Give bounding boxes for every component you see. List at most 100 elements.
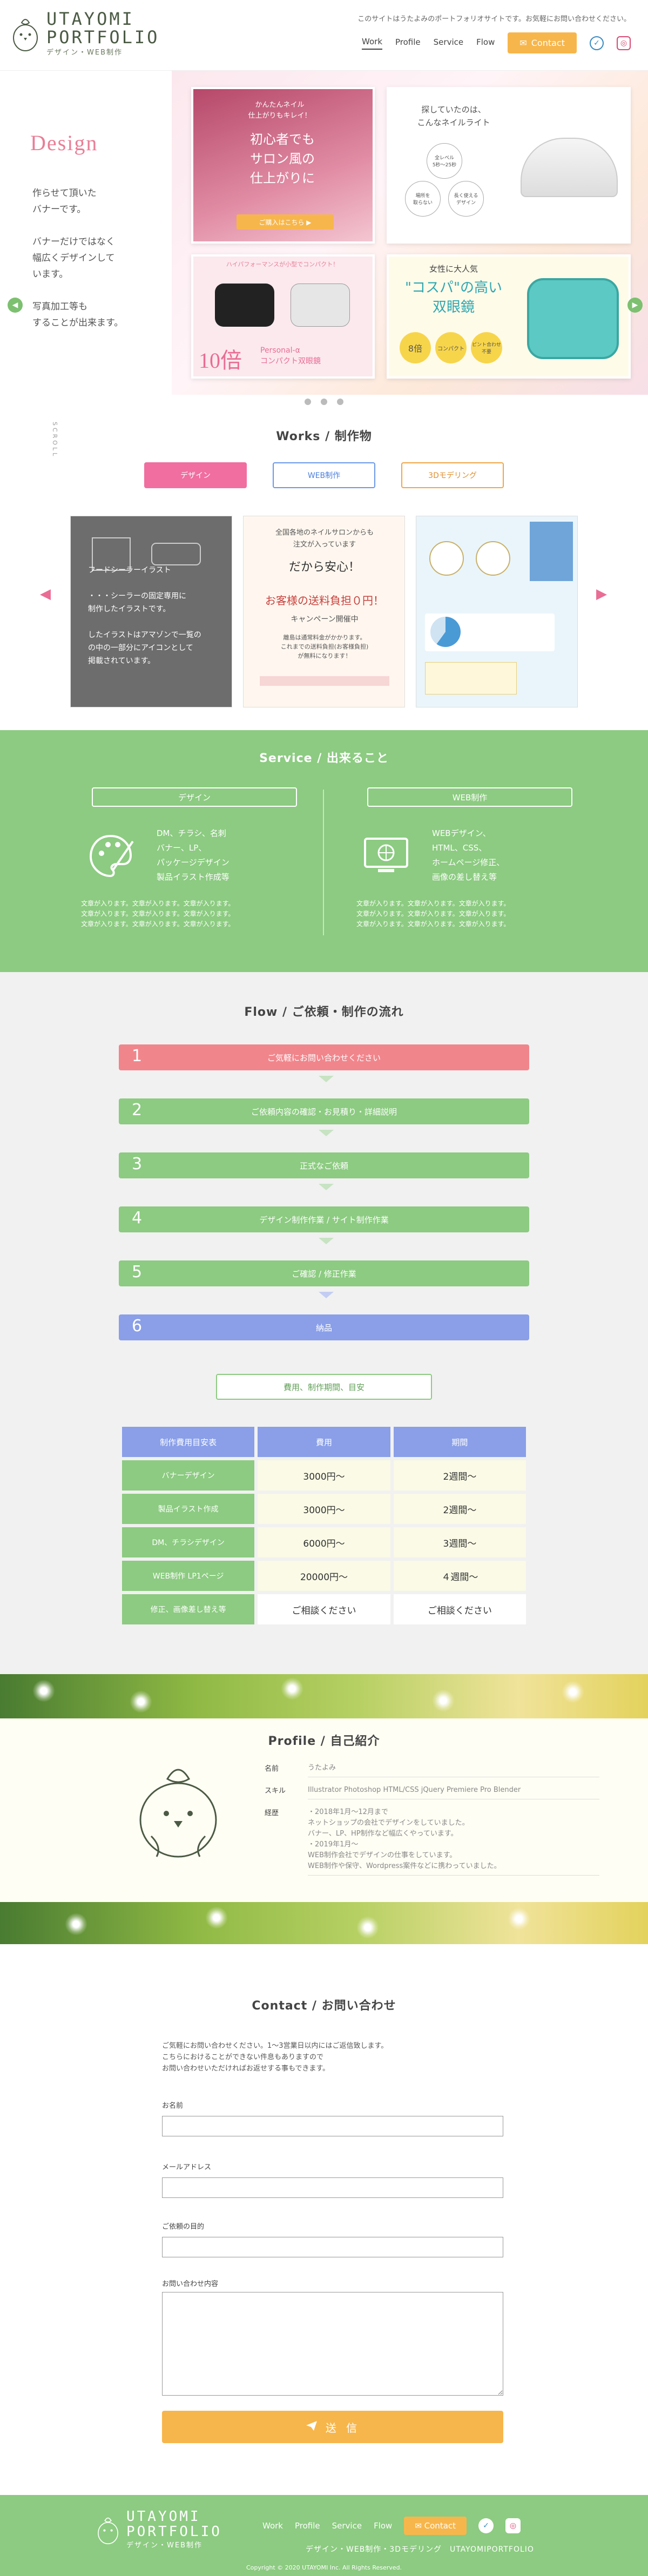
service-web-desc: 文章が入ります。文章が入ります。文章が入ります。 文章が入ります。文章が入ります… [356, 900, 510, 928]
table-row: バナーデザイン 3000円〜 2週間〜 [122, 1460, 526, 1491]
site-logo[interactable]: UTAYOMI PORTFOLIO デザイン・WEB制作 [10, 10, 159, 57]
flow-arrow [319, 1238, 334, 1244]
footer-contact-button[interactable]: ✉ Contact [404, 2517, 467, 2535]
name-label: お名前 [162, 2102, 184, 2110]
footer-logo[interactable]: UTAYOMI PORTFOLIO デザイン・WEB制作 [95, 2509, 222, 2550]
email-field[interactable] [162, 2177, 503, 2198]
header-note: このサイトはうたよみのポートフォリオサイトです。お気軽にお問い合わせください。 [357, 15, 631, 23]
step-label: ご確認 / 修正作業 [292, 1269, 356, 1279]
flow-step: 6 納品 [119, 1314, 529, 1340]
footer-nav-profile[interactable]: Profile [295, 2521, 320, 2531]
submit-button[interactable]: 送 信 [162, 2411, 503, 2443]
name-field[interactable] [162, 2116, 503, 2136]
fee-period: 3週間〜 [393, 1527, 526, 1557]
fee-period: ご相談ください [393, 1594, 526, 1624]
works-carousel: フードシーラーイラスト ・・・シーラーの固定専用に 制作したイラストです。 した… [70, 516, 578, 707]
slider-next-button[interactable]: ▶ [627, 298, 643, 313]
slider-dot[interactable] [337, 399, 343, 405]
flower-decoration [130, 1690, 152, 1713]
tab-web[interactable]: WEB制作 [273, 462, 375, 488]
hero-banner-collage: かんたんネイル 仕上がりもキレイ！ 初心者でも サロン風の 仕上がりに ご購入は… [172, 71, 648, 395]
footer-logo-title-line1: UTAYOMI [126, 2508, 201, 2525]
nav-service[interactable]: Service [434, 37, 463, 49]
table-row: DM、チラシデザイン 6000円〜 3週間〜 [122, 1527, 526, 1557]
work-card-illustration[interactable]: フードシーラーイラスト ・・・シーラーの固定専用に 制作したイラストです。 した… [70, 516, 232, 707]
profile-table: 名前 うたよみ スキル Illustrator Photoshop HTML/C… [265, 1763, 599, 1883]
footer-nav-flow[interactable]: Flow [374, 2521, 392, 2531]
banner-nail-light: 探していたのは、 こんなネイルライト 全レベル 5秒〜25秒 場所を 取らない … [387, 87, 631, 244]
banner-binoculars-compact: ハイパフォーマンスが小型でコンパクト！ 10倍 Personal-α コンパクト… [191, 254, 375, 379]
footer-logo-subtitle: デザイン・WEB制作 [126, 2541, 202, 2550]
banner2-circle2: 場所を 取らない [405, 181, 441, 217]
banner4-main: "コスパ"の高い 双眼鏡 [405, 280, 502, 315]
card2-footer-bar [260, 676, 389, 686]
works-next-arrow[interactable]: ▶ [596, 586, 607, 602]
card3-circle [476, 541, 510, 576]
nav-profile[interactable]: Profile [395, 37, 421, 49]
slider-prev-button[interactable]: ◀ [8, 298, 23, 313]
flow-steps: 1 ご気軽にお問い合わせください 2 ご依頼内容の確認・お見積り・詳細説明 3 正式な… [119, 1044, 529, 1368]
logo-subtitle: デザイン・WEB制作 [46, 49, 123, 57]
footer-links: デザイン・WEB制作・3Dモデリング UTAYOMIPORTFOLIO [306, 2545, 534, 2554]
site-footer: UTAYOMI PORTFOLIO デザイン・WEB制作 Work Profil… [0, 2495, 648, 2576]
slider-dot[interactable] [321, 399, 327, 405]
works-prev-arrow[interactable]: ◀ [40, 586, 51, 602]
purpose-field[interactable] [162, 2237, 503, 2257]
work-card-campaign-banner[interactable]: 全国各地のネイルサロンからも 注文が入っています だから安心！ お客様の送料負担… [243, 516, 405, 707]
slider-dot[interactable] [305, 399, 311, 405]
contact-section: Contact / お問い合わせ ご気軽にお問い合わせください。1〜3営業日以内… [0, 1944, 648, 2495]
nav-work[interactable]: Work [362, 37, 383, 50]
instagram-icon[interactable]: ◎ [505, 2518, 521, 2533]
footer-copyright: Copyright © 2020 UTAYOMI Inc. All Rights… [246, 2564, 402, 2571]
banner4-badge2: コンパクト [435, 332, 467, 363]
works-section: Works / 制作物 デザイン WEB制作 3Dモデリング ◀ ▶ フードシー… [0, 427, 648, 707]
profile-row: スキル Illustrator Photoshop HTML/CSS jQuer… [265, 1785, 599, 1799]
footer-nav: Work Profile Service Flow ✉ Contact ✓ ◎ [262, 2517, 521, 2535]
twitter-icon[interactable]: ✓ [478, 2518, 494, 2533]
service-web-head: WEB制作 [367, 787, 572, 807]
hero-heading: Design [30, 131, 98, 155]
flower-decoration [32, 1680, 55, 1702]
banner4-badge1: 8倍 [400, 332, 431, 363]
banner1-top: かんたんネイル 仕上がりもキレイ！ [248, 101, 312, 120]
palette-icon [81, 826, 140, 886]
instagram-icon[interactable]: ◎ [617, 36, 631, 50]
fee-col-item: 制作費用目安表 [122, 1427, 255, 1457]
footer-logo-title-line2: PORTFOLIO [126, 2524, 222, 2540]
service-web-item: 画像の差し替え等 [432, 872, 497, 882]
fee-label: 費用、制作期間、目安 [216, 1374, 432, 1400]
banner1-main: 初心者でも サロン風の 仕上がりに [250, 133, 315, 186]
card3-info-box [425, 662, 517, 694]
message-textarea[interactable] [162, 2292, 503, 2396]
work-card-lp-design[interactable] [416, 516, 578, 707]
header-contact-label: Contact [531, 38, 565, 48]
mail-icon: ✉ [415, 2521, 424, 2531]
fee-table: 制作費用目安表 費用 期間 バナーデザイン 3000円〜 2週間〜 製品イラスト… [119, 1424, 529, 1628]
tab-design[interactable]: デザイン [144, 462, 247, 488]
step-number: 3 [132, 1155, 143, 1174]
nav-flow[interactable]: Flow [476, 37, 495, 49]
step-number: 5 [132, 1263, 143, 1282]
service-title: Service / 出来ること [259, 752, 389, 765]
tab-3d-modeling[interactable]: 3Dモデリング [401, 462, 504, 488]
profile-key: 名前 [265, 1765, 279, 1773]
fee-period: 2週間〜 [393, 1494, 526, 1524]
header-contact-button[interactable]: ✉ Contact [508, 32, 577, 53]
profile-row: 経歴 ・2018年1月〜12月まで ネットショップの会社でデザインをしていました… [265, 1807, 599, 1876]
service-design-item: 製品イラスト作成等 [157, 872, 230, 882]
footer-nav-work[interactable]: Work [262, 2521, 283, 2531]
binoculars-teal-image [527, 278, 619, 359]
flow-step: 3 正式なご依頼 [119, 1152, 529, 1178]
flow-step: 4 デザイン制作作業 / サイト制作作業 [119, 1206, 529, 1232]
banner3-top: ハイパフォーマンスが小型でコンパクト！ [226, 261, 339, 268]
card3-circle [429, 541, 464, 576]
twitter-icon[interactable]: ✓ [590, 36, 604, 50]
profile-value: ・2018年1月〜12月まで ネットショップの会社でデザインをしていました。 バ… [308, 1807, 599, 1876]
service-design-item: バナー、LP、 [157, 843, 207, 853]
step-label: ご依頼内容の確認・お見積り・詳細説明 [251, 1107, 397, 1117]
footer-nav-service[interactable]: Service [332, 2521, 362, 2531]
monitor-icon [356, 826, 416, 886]
flow-section: Flow / ご依頼・制作の流れ 1 ご気軽にお問い合わせください 2 ご依頼内容の… [0, 972, 648, 1674]
step-label: 正式なご依頼 [299, 1161, 348, 1171]
slider-pagination [0, 399, 648, 405]
